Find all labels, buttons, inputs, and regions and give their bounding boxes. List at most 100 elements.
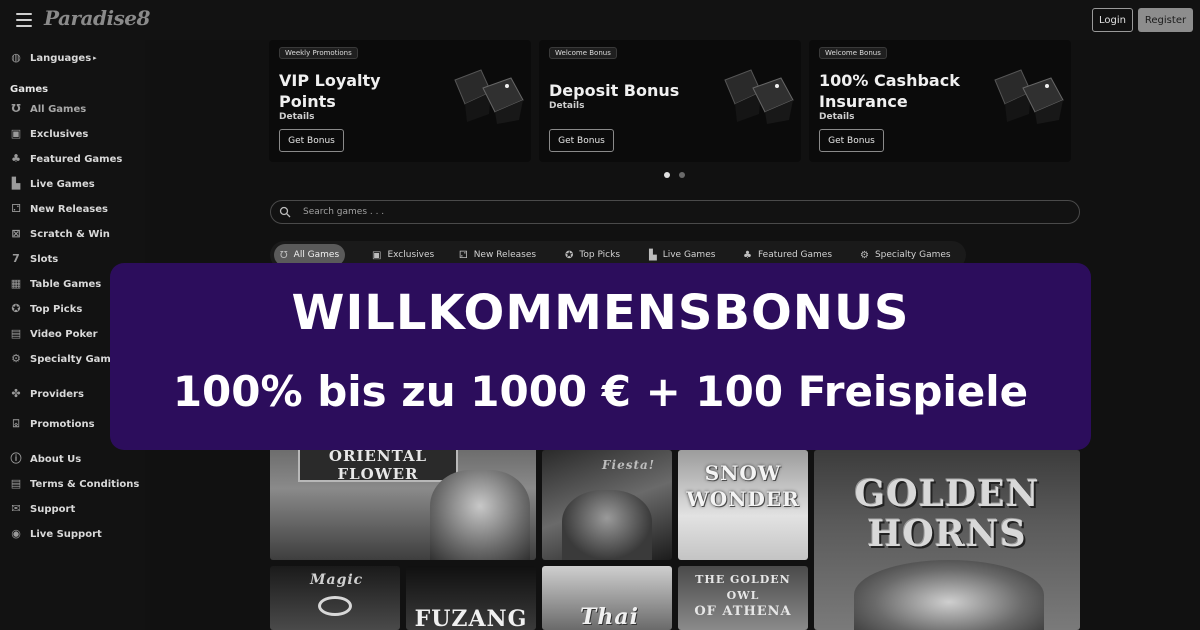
sidebar-item-languages[interactable]: ◍ Languages ▸ bbox=[10, 48, 97, 68]
mail-icon: ✉ bbox=[11, 502, 21, 515]
sidebar-item-about-us[interactable]: ⓘ About Us bbox=[10, 449, 82, 469]
sidebar-item-new-releases[interactable]: ⚁ New Releases bbox=[10, 199, 108, 219]
promo-tag: Welcome Bonus bbox=[549, 47, 617, 59]
sidebar-item-label: Providers bbox=[30, 388, 84, 400]
search-bar[interactable] bbox=[270, 200, 1080, 224]
game-title: THE GOLDEN OWL bbox=[695, 573, 791, 602]
gear-icon: ⚙ bbox=[860, 249, 869, 261]
game-tile-magic[interactable]: Magic bbox=[270, 566, 400, 630]
top-bar: Paradise8 Login Register bbox=[0, 0, 1200, 40]
sidebar-item-exclusives[interactable]: ▣ Exclusives bbox=[10, 124, 89, 144]
get-bonus-button[interactable]: Get Bonus bbox=[279, 129, 344, 152]
sidebar-item-label: All Games bbox=[30, 103, 87, 115]
carousel-dot-active[interactable] bbox=[664, 172, 670, 178]
sidebar-item-support[interactable]: ✉ Support bbox=[10, 499, 75, 519]
caret-right-icon: ▸ bbox=[93, 54, 97, 62]
sidebar-heading-games: Games bbox=[10, 84, 49, 95]
get-bonus-button[interactable]: Get Bonus bbox=[549, 129, 614, 152]
sidebar-item-table-games[interactable]: ▦ Table Games bbox=[10, 274, 101, 294]
sidebar-item-label: Languages bbox=[30, 52, 92, 64]
sidebar-item-label: About Us bbox=[30, 453, 82, 465]
dice-icon bbox=[454, 69, 524, 124]
tab-label: New Releases bbox=[473, 250, 537, 260]
horseshoe-icon: Ʊ bbox=[11, 102, 21, 115]
sidebar-item-label: Table Games bbox=[30, 278, 102, 290]
game-title: Fiesta! bbox=[602, 458, 656, 472]
game-tile-golden-owl[interactable]: THE GOLDEN OWL OF ATHENA bbox=[678, 566, 808, 630]
exclusive-icon: ▣ bbox=[372, 249, 382, 261]
sidebar-item-all-games[interactable]: Ʊ All Games bbox=[10, 99, 86, 119]
sidebar-item-terms[interactable]: ▤ Terms & Conditions bbox=[10, 474, 140, 494]
poker-icon: ▤ bbox=[10, 327, 22, 340]
promo-details-link[interactable]: Details bbox=[819, 112, 854, 122]
sidebar-item-label: Promotions bbox=[30, 418, 95, 430]
promo-title: Deposit Bonus bbox=[549, 81, 680, 100]
eye-icon bbox=[318, 596, 352, 616]
live-icon: ▙ bbox=[649, 249, 657, 261]
game-tile-fiesta[interactable]: Fiesta! bbox=[542, 450, 672, 560]
providers-icon: ✤ bbox=[11, 387, 21, 400]
seven-icon: 7 bbox=[12, 252, 20, 265]
sidebar-item-providers[interactable]: ✤ Providers bbox=[10, 384, 84, 404]
banner-headline: WILLKOMMENSBONUS bbox=[291, 285, 910, 341]
game-tile-thai[interactable]: Thai bbox=[542, 566, 672, 630]
sidebar-item-label: Scratch & Win bbox=[30, 228, 110, 240]
carousel-dot[interactable] bbox=[679, 172, 685, 178]
promo-card-deposit: Welcome Bonus Deposit Bonus Details Get … bbox=[539, 40, 801, 162]
promo-details-link[interactable]: Details bbox=[279, 112, 314, 122]
menu-icon[interactable] bbox=[16, 13, 32, 27]
search-icon bbox=[279, 206, 291, 218]
game-title: OF ATHENA bbox=[694, 604, 792, 619]
game-art bbox=[854, 560, 1044, 630]
sidebar-item-live-support[interactable]: ◉ Live Support bbox=[10, 524, 102, 544]
sidebar-item-specialty-games[interactable]: ⚙ Specialty Games bbox=[10, 349, 124, 369]
promo-tag: Welcome Bonus bbox=[819, 47, 887, 59]
game-title-block: GOLDEN HORNS bbox=[814, 474, 1080, 554]
sidebar-item-label: Top Picks bbox=[30, 303, 83, 315]
game-tile-golden-horns[interactable]: GOLDEN HORNS bbox=[814, 450, 1080, 630]
promo-card-cashback: Welcome Bonus 100% Cashback Insurance De… bbox=[809, 40, 1071, 162]
sidebar-item-slots[interactable]: 7 Slots bbox=[10, 249, 58, 269]
dice-icon bbox=[994, 69, 1064, 124]
award-icon: ✪ bbox=[11, 302, 21, 315]
globe-icon: ◍ bbox=[11, 51, 21, 64]
promo-title: 100% Cashback Insurance bbox=[819, 71, 960, 111]
tab-label: Specialty Games bbox=[874, 250, 951, 260]
game-tile-snow-wonder[interactable]: SNOW WONDER bbox=[678, 450, 808, 560]
sidebar-item-video-poker[interactable]: ▤ Video Poker bbox=[10, 324, 98, 344]
game-title-banner: ORIENTAL FLOWER bbox=[298, 447, 458, 483]
game-title: WONDER bbox=[686, 487, 800, 511]
search-input[interactable] bbox=[303, 207, 1003, 217]
gift-icon: ⌺ bbox=[12, 417, 20, 430]
document-icon: ▤ bbox=[10, 477, 22, 490]
game-title-block: SNOW WONDER bbox=[678, 460, 808, 512]
horseshoe-icon: Ʊ bbox=[280, 249, 288, 261]
scratch-icon: ⊠ bbox=[11, 227, 21, 240]
register-button[interactable]: Register bbox=[1138, 8, 1193, 32]
tab-label: Exclusives bbox=[387, 250, 435, 260]
sidebar-item-label: Live Support bbox=[30, 528, 102, 540]
login-button[interactable]: Login bbox=[1092, 8, 1133, 32]
sidebar-item-label: Terms & Conditions bbox=[30, 478, 140, 490]
welcome-bonus-banner[interactable]: WILLKOMMENSBONUS 100% bis zu 1000 € + 10… bbox=[110, 263, 1091, 450]
tab-label: Featured Games bbox=[757, 250, 833, 260]
tab-label: All Games bbox=[293, 250, 340, 260]
sidebar-item-scratch-win[interactable]: ⊠ Scratch & Win bbox=[10, 224, 110, 244]
promo-card-vip: Weekly Promotions VIP Loyalty Points Det… bbox=[269, 40, 531, 162]
award-icon: ✪ bbox=[565, 249, 574, 261]
game-art bbox=[430, 470, 530, 560]
dice-icon bbox=[724, 69, 794, 124]
sidebar-item-promotions[interactable]: ⌺ Promotions bbox=[10, 414, 95, 434]
game-title: SNOW bbox=[704, 461, 782, 485]
site-logo[interactable]: Paradise8 bbox=[44, 6, 150, 30]
get-bonus-button[interactable]: Get Bonus bbox=[819, 129, 884, 152]
sidebar-item-label: Live Games bbox=[30, 178, 95, 190]
promo-details-link[interactable]: Details bbox=[549, 101, 584, 111]
sidebar-item-live-games[interactable]: ▙ Live Games bbox=[10, 174, 95, 194]
game-tile-fuzang[interactable]: FUZANG bbox=[406, 566, 536, 630]
sidebar-item-featured-games[interactable]: ♣ Featured Games bbox=[10, 149, 122, 169]
sidebar-item-top-picks[interactable]: ✪ Top Picks bbox=[10, 299, 82, 319]
sidebar-item-label: Slots bbox=[30, 253, 59, 265]
chat-icon: ◉ bbox=[11, 527, 21, 540]
dice-icon: ⚁ bbox=[11, 202, 21, 215]
